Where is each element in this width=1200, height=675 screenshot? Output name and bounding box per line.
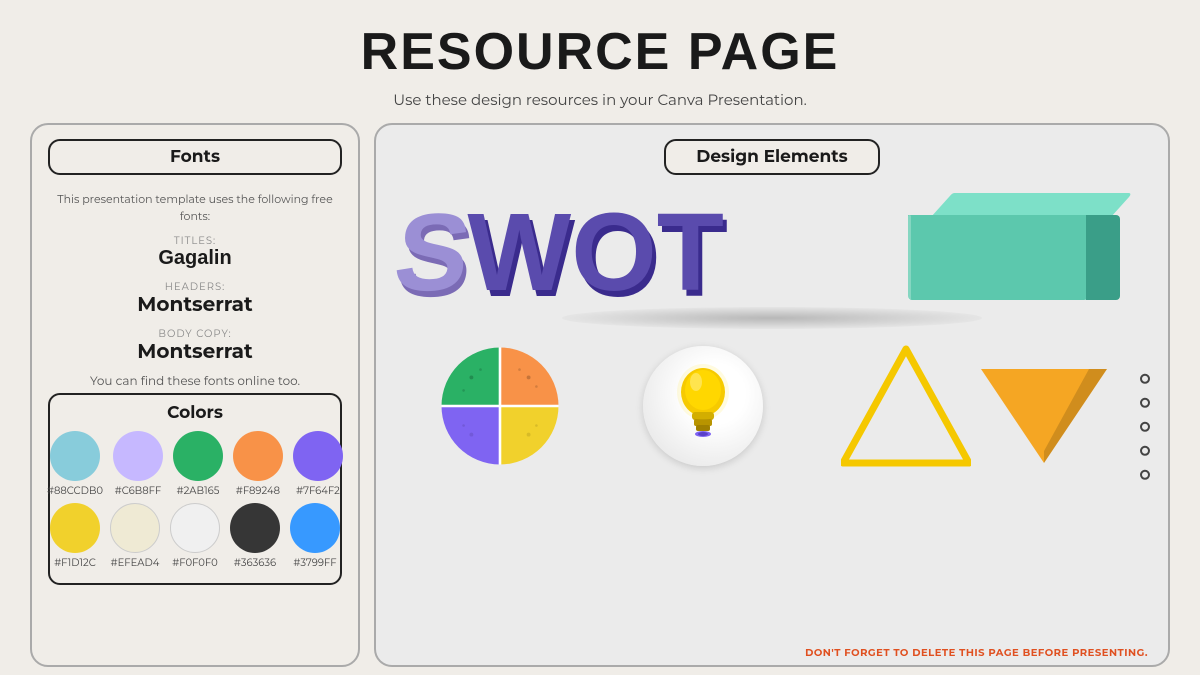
color-circle-8	[170, 503, 220, 553]
dot-1	[1140, 374, 1150, 384]
color-hex-2: #C6B8FF	[115, 484, 162, 497]
bottom-elements	[396, 341, 1148, 471]
color-hex-10: #3799FF	[293, 556, 336, 569]
dots-column	[1140, 374, 1150, 480]
color-circle-3	[173, 431, 223, 481]
font-find-text: You can find these fonts online too.	[56, 374, 334, 389]
color-circle-2	[113, 431, 163, 481]
color-row-1: #88CCDB0 #C6B8FF #2AB165 #F89248 #7F64F2	[60, 431, 330, 497]
color-swatch-4: #F89248	[233, 431, 283, 497]
color-hex-1: #88CCDB0	[47, 484, 103, 497]
colors-box: Colors #88CCDB0 #C6B8FF #2AB165 #F89248	[48, 393, 342, 585]
color-swatch-6: #F1D12C	[50, 503, 100, 569]
dot-3	[1140, 422, 1150, 432]
lightbulb-container	[643, 346, 763, 466]
letter-o: O	[571, 198, 657, 308]
page-title: RESOURCE PAGE	[361, 22, 840, 82]
color-hex-8: #F0F0F0	[172, 556, 217, 569]
fonts-title: Fonts	[62, 147, 328, 167]
fonts-description: This presentation template uses the foll…	[56, 191, 334, 224]
fonts-box: Fonts	[48, 139, 342, 175]
color-hex-4: #F89248	[236, 484, 280, 497]
page-subtitle: Use these design resources in your Canva…	[393, 90, 807, 109]
swot-area: S W O T	[396, 183, 1148, 313]
color-swatch-8: #F0F0F0	[170, 503, 220, 569]
triangle-outline-svg	[841, 341, 971, 471]
swot-letters: S W O T	[396, 188, 724, 308]
color-swatch-1: #88CCDB0	[47, 431, 103, 497]
right-panel: Design Elements S W O T	[374, 123, 1170, 667]
body-font-name: Montserrat	[56, 340, 334, 364]
pie-chart-svg	[435, 341, 565, 471]
title-font-name: Gagalin	[56, 247, 334, 270]
pie-chart	[435, 341, 565, 471]
dot-5	[1140, 470, 1150, 480]
color-swatch-9: #363636	[230, 503, 280, 569]
dot-4	[1140, 446, 1150, 456]
color-swatch-10: #3799FF	[290, 503, 340, 569]
color-circle-10	[290, 503, 340, 553]
dot-2	[1140, 398, 1150, 408]
letter-w: W	[467, 198, 571, 308]
colors-title: Colors	[60, 403, 330, 423]
color-circle-1	[50, 431, 100, 481]
color-circle-6	[50, 503, 100, 553]
color-row-2: #F1D12C #EFEAD4 #F0F0F0 #363636 #3799FF	[60, 503, 330, 569]
triangle-filled-svg	[979, 361, 1109, 471]
color-circle-7	[110, 503, 160, 553]
headers-font-label: HEADERS:	[56, 280, 334, 293]
letter-t: T	[657, 198, 724, 308]
color-hex-6: #F1D12C	[54, 556, 96, 569]
footer-delete-note: DON'T FORGET TO DELETE THIS PAGE BEFORE …	[805, 646, 1148, 659]
color-swatch-7: #EFEAD4	[110, 503, 160, 569]
title-font-label: TITLES:	[56, 234, 334, 247]
3d-box	[908, 193, 1128, 313]
color-swatch-5: #7F64F2	[293, 431, 343, 497]
letter-s: S	[388, 198, 475, 308]
color-swatch-2: #C6B8FF	[113, 431, 163, 497]
color-circle-4	[233, 431, 283, 481]
color-circle-9	[230, 503, 280, 553]
left-panel: Fonts This presentation template uses th…	[30, 123, 360, 667]
triangles-group	[841, 341, 1109, 471]
color-circle-5	[293, 431, 343, 481]
lightbulb-svg	[668, 362, 738, 450]
color-hex-5: #7F64F2	[296, 484, 340, 497]
color-hex-3: #2AB165	[177, 484, 220, 497]
color-hex-7: #EFEAD4	[111, 556, 160, 569]
headers-font-name: Montserrat	[56, 293, 334, 317]
body-font-label: BODY COPY:	[56, 327, 334, 340]
design-elements-badge: Design Elements	[664, 139, 879, 175]
color-hex-9: #363636	[234, 556, 276, 569]
color-swatch-3: #2AB165	[173, 431, 223, 497]
